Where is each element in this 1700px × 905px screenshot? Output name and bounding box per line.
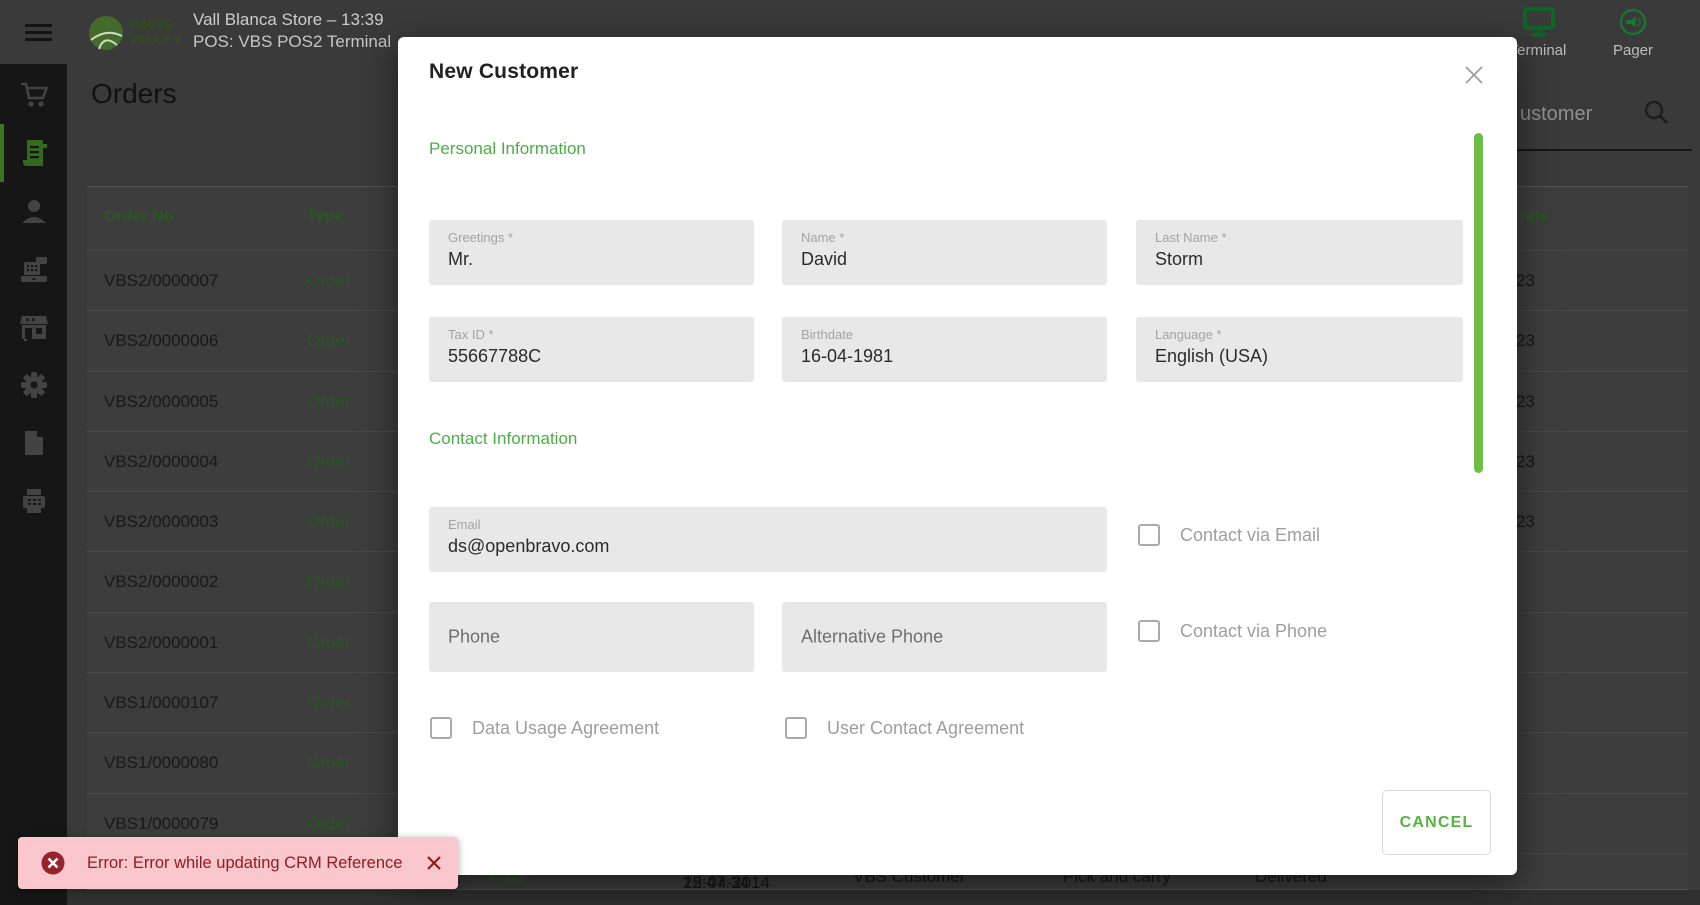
column-header-date: Date: [1514, 208, 1549, 225]
pager-icon: [1619, 8, 1647, 36]
checkbox-icon: [1138, 524, 1160, 546]
last-name-field[interactable]: Last Name * Storm: [1136, 220, 1463, 285]
printer-icon: [22, 489, 45, 513]
section-contact-information: Contact Information: [429, 429, 578, 448]
checkbox-icon: [430, 717, 452, 739]
error-circle-icon: [41, 851, 65, 875]
close-icon[interactable]: [1463, 64, 1485, 86]
new-customer-modal: New Customer Personal Information Greeti…: [398, 37, 1517, 875]
logo-globe-icon: [89, 16, 123, 50]
sidebar: [0, 64, 67, 905]
document-icon: [24, 431, 43, 455]
snackbar-close-icon[interactable]: [426, 855, 442, 871]
pos-subtitle: POS: VBS POS2 Terminal: [193, 32, 392, 51]
pager-button[interactable]: Pager: [1598, 4, 1668, 62]
sidebar-item-sales[interactable]: [0, 66, 67, 124]
store-icon: [19, 316, 48, 341]
column-header-order-no: Order No: [104, 208, 174, 225]
screen: WHITE VALLEY Vall Blanca Store – 13:39 P…: [0, 0, 1700, 905]
checkbox-icon: [1138, 620, 1160, 642]
tax-id-field[interactable]: Tax ID * 55667788C: [429, 317, 754, 382]
modal-title: New Customer: [429, 60, 579, 83]
logo-line1: WHITE: [129, 16, 173, 32]
sidebar-item-printer[interactable]: [0, 472, 67, 530]
sidebar-item-customers[interactable]: [0, 182, 67, 240]
sidebar-item-documents[interactable]: [0, 414, 67, 472]
section-personal-information: Personal Information: [429, 139, 586, 158]
phone-field[interactable]: Phone: [429, 602, 754, 672]
sidebar-item-orders[interactable]: [0, 124, 67, 182]
terminal-label: Terminal: [1509, 42, 1567, 59]
data-usage-agreement-checkbox[interactable]: Data Usage Agreement: [430, 717, 659, 739]
name-field[interactable]: Name * David: [782, 220, 1107, 285]
birthdate-field[interactable]: Birthdate 16-04-1981: [782, 317, 1107, 382]
store-title: Vall Blanca Store – 13:39: [193, 10, 384, 29]
receipt-icon: [22, 140, 47, 166]
white-valley-logo: WHITE VALLEY: [87, 14, 191, 52]
sidebar-item-store[interactable]: [0, 298, 67, 356]
search-input[interactable]: ustomer: [1520, 103, 1592, 126]
alternative-phone-field[interactable]: Alternative Phone: [782, 602, 1107, 672]
pager-label: Pager: [1612, 42, 1654, 59]
page-footer-strip: [67, 890, 1700, 905]
contact-via-phone-checkbox[interactable]: Contact via Phone: [1138, 620, 1327, 642]
email-field[interactable]: Email ds@openbravo.com: [429, 507, 1107, 572]
language-field[interactable]: Language * English (USA): [1136, 317, 1463, 382]
window-title: Vall Blanca Store – 13:39 POS: VBS POS2 …: [193, 9, 391, 53]
error-message: Error: Error while updating CRM Referenc…: [87, 853, 403, 872]
hamburger-menu-icon[interactable]: [25, 24, 52, 41]
page-title: Orders: [91, 78, 177, 109]
column-header-type: Type: [307, 208, 344, 225]
gear-icon: [20, 372, 47, 398]
user-contact-agreement-checkbox[interactable]: User Contact Agreement: [785, 717, 1024, 739]
cancel-button[interactable]: CANCEL: [1382, 790, 1491, 855]
logo-line2: VALLEY: [129, 31, 182, 47]
contact-via-email-checkbox[interactable]: Contact via Email: [1138, 524, 1320, 546]
greetings-field[interactable]: Greetings * Mr.: [429, 220, 754, 285]
cash-register-icon: [20, 257, 47, 282]
person-icon: [21, 200, 46, 223]
search-icon[interactable]: [1643, 99, 1669, 125]
error-snackbar: Error: Error while updating CRM Referenc…: [18, 837, 458, 889]
sidebar-item-cash-management[interactable]: [0, 240, 67, 298]
cart-icon: [20, 82, 48, 107]
sidebar-item-settings[interactable]: [0, 356, 67, 414]
checkbox-icon: [785, 717, 807, 739]
modal-scrollbar-thumb[interactable]: [1474, 133, 1483, 473]
terminal-icon: [1523, 7, 1555, 37]
